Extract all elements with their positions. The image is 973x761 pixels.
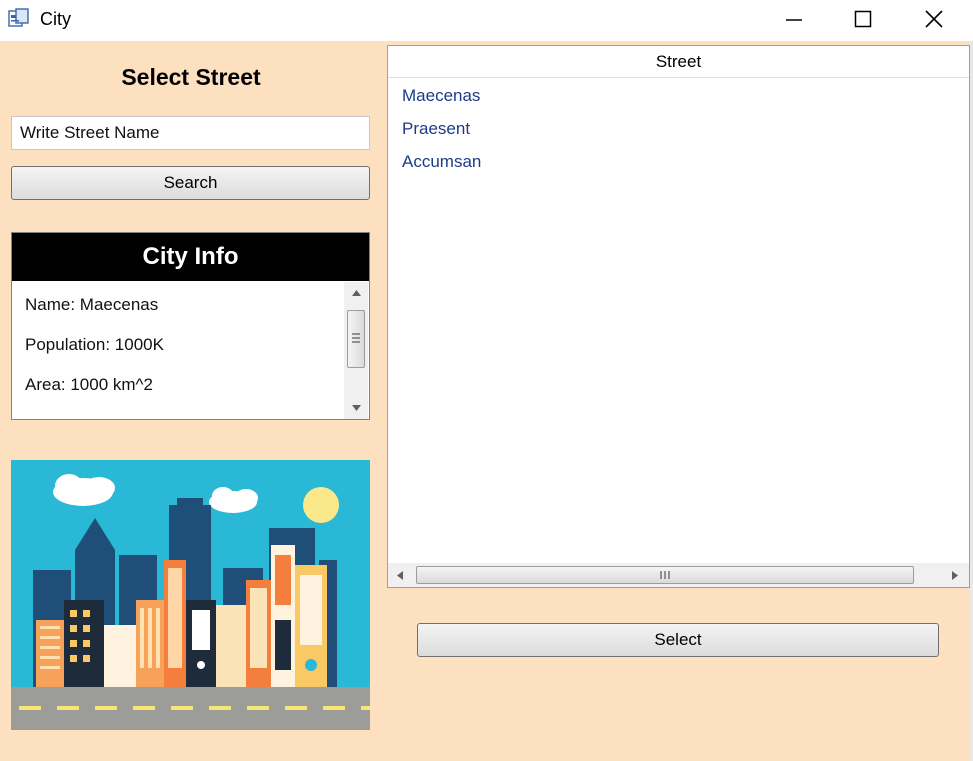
chevron-right-icon — [952, 570, 958, 580]
maximize-icon — [854, 10, 872, 28]
chevron-left-icon — [397, 570, 403, 580]
city-population-text: Population: 1000K — [25, 335, 164, 354]
select-street-heading: Select Street — [121, 64, 261, 90]
city-info-panel: City Info Name: Maecenas Population: 100… — [11, 232, 370, 420]
close-icon — [925, 10, 943, 28]
city-info-header: City Info — [12, 233, 369, 281]
minimize-button[interactable] — [758, 0, 830, 38]
scroll-right-arrow[interactable] — [945, 563, 965, 587]
horizontal-scroll-thumb[interactable] — [416, 566, 914, 584]
city-skyline-image — [11, 460, 370, 730]
app-icon — [8, 8, 29, 27]
title-bar: City — [0, 0, 973, 41]
grid-horizontal-scrollbar[interactable] — [388, 563, 969, 587]
scroll-thumb[interactable] — [347, 310, 365, 368]
window-title: City — [40, 9, 71, 29]
chevron-down-icon — [351, 405, 361, 411]
street-row-maecenas[interactable]: Maecenas — [402, 86, 480, 106]
street-row-praesent[interactable]: Praesent — [402, 119, 470, 139]
close-button[interactable] — [898, 0, 970, 38]
city-area-text: Area: 1000 km^2 — [25, 375, 153, 394]
grip-icon — [352, 333, 360, 343]
info-vertical-scrollbar[interactable] — [344, 282, 368, 419]
scroll-up-arrow[interactable] — [344, 284, 368, 302]
street-name-input[interactable] — [11, 116, 370, 150]
street-grid[interactable]: Street Maecenas Praesent Accumsan — [387, 45, 970, 588]
minimize-icon — [786, 19, 802, 21]
search-button[interactable]: Search — [11, 166, 370, 200]
scroll-down-arrow[interactable] — [344, 399, 368, 417]
chevron-up-icon — [351, 290, 361, 296]
street-row-accumsan[interactable]: Accumsan — [402, 152, 481, 172]
street-column-header[interactable]: Street — [388, 46, 969, 78]
grip-icon — [660, 571, 670, 579]
scroll-left-arrow[interactable] — [390, 563, 410, 587]
city-name-text: Name: Maecenas — [25, 295, 159, 314]
select-button[interactable]: Select — [417, 623, 939, 657]
maximize-button[interactable] — [827, 0, 899, 38]
